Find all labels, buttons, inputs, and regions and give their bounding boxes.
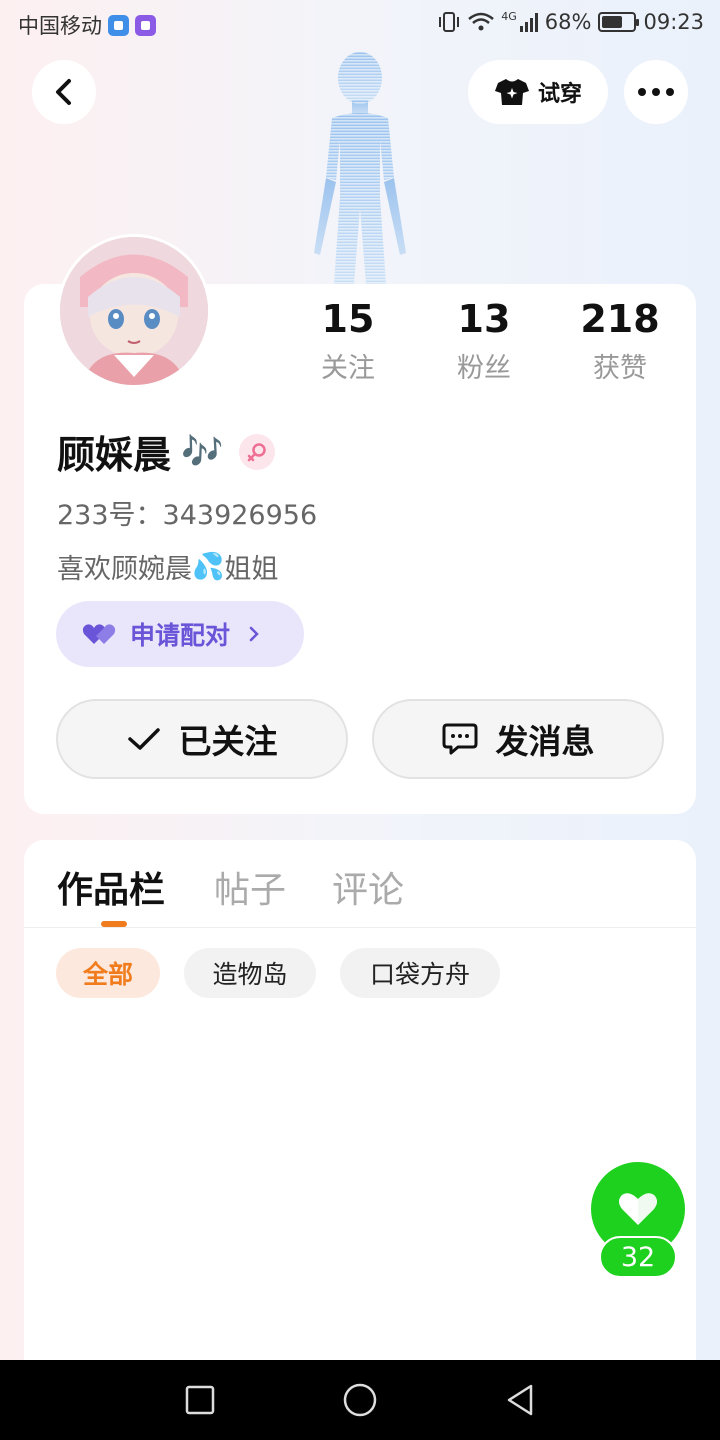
bio: 喜欢顾婉晨 💦 姐姐 [57, 547, 278, 586]
likes-count: 218 [580, 297, 660, 341]
circle-icon [343, 1383, 377, 1417]
chevron-left-icon [56, 79, 71, 105]
wifi-icon [468, 12, 495, 31]
nickname: 顾婇晨 [57, 433, 172, 477]
female-icon [239, 433, 276, 470]
heart-icon [619, 1193, 657, 1225]
double-heart-icon [82, 624, 116, 644]
recents-button[interactable] [176, 1376, 224, 1424]
carrier-name: 中国移动 [18, 14, 102, 38]
followers-count: 13 [457, 297, 511, 341]
bio-text-end: 姐姐 [224, 554, 279, 585]
network-type: 4G [501, 10, 517, 23]
square-icon [185, 1385, 215, 1415]
back-button[interactable] [32, 60, 96, 124]
followers-label: 粉丝 [457, 353, 511, 384]
tab-divider [24, 927, 696, 928]
notification-app-icon [108, 14, 129, 36]
chevron-right-icon [249, 626, 259, 642]
check-icon [127, 728, 160, 750]
following-label: 关注 [321, 353, 375, 384]
triangle-back-icon [507, 1384, 533, 1416]
user-id: 233号：343926956 [57, 500, 318, 531]
home-button[interactable] [336, 1376, 384, 1424]
followed-label: 已关注 [178, 722, 278, 761]
status-bar: 中国移动 4G 68% 09:23 [0, 0, 720, 50]
more-button[interactable] [624, 60, 688, 124]
apply-pair-button[interactable]: 申请配对 [56, 601, 304, 667]
battery-icon [598, 12, 640, 32]
like-count-badge: 32 [599, 1236, 677, 1278]
music-note-emoji: 🎶 [181, 431, 224, 472]
droplets-emoji: 💦 [192, 551, 225, 582]
stat-likes[interactable]: 218 获赞 [560, 294, 680, 385]
try-on-button[interactable]: 试穿 [468, 60, 608, 124]
chat-bubble-icon [442, 723, 477, 755]
tshirt-icon [494, 79, 529, 105]
signal-icon [519, 12, 538, 32]
more-dots-icon [638, 88, 674, 96]
bio-text: 喜欢顾婉晨 [57, 554, 192, 585]
filter-pocket-ark[interactable]: 口袋方舟 [340, 948, 500, 998]
clock: 09:23 [643, 10, 704, 34]
filter-creation-island[interactable]: 造物岛 [184, 948, 316, 998]
likes-label: 获赞 [593, 353, 647, 384]
avatar[interactable] [57, 234, 211, 388]
send-message-label: 发消息 [495, 722, 595, 761]
try-on-label: 试穿 [537, 82, 582, 107]
followed-button[interactable]: 已关注 [56, 699, 348, 779]
tab-works[interactable]: 作品栏 [57, 861, 165, 913]
nickname-row: 顾婇晨 🎶 [57, 424, 276, 479]
tab-posts[interactable]: 帖子 [214, 861, 286, 913]
system-nav-bar [0, 1360, 720, 1440]
stat-following[interactable]: 15 关注 [288, 294, 408, 385]
apply-pair-label: 申请配对 [130, 621, 231, 650]
notification-app-icon [135, 14, 156, 36]
send-message-button[interactable]: 发消息 [372, 699, 664, 779]
filter-all[interactable]: 全部 [56, 948, 160, 998]
following-count: 15 [321, 297, 375, 341]
stat-followers[interactable]: 13 粉丝 [424, 294, 544, 385]
vibrate-icon [439, 12, 460, 32]
back-nav-button[interactable] [496, 1376, 544, 1424]
battery-percent: 68% [544, 10, 592, 34]
avatar-hologram-figure [314, 52, 406, 284]
avatar-image [60, 237, 208, 385]
tab-comments[interactable]: 评论 [332, 861, 404, 913]
